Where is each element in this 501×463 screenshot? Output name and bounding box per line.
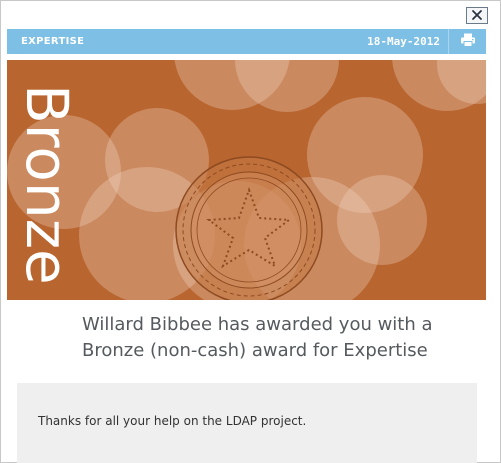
award-line-1: Willard Bibbee has awarded you with a <box>82 314 433 335</box>
award-message: Thanks for all your help on the LDAP pro… <box>38 414 307 428</box>
award-category: EXPERTISE <box>21 36 85 47</box>
award-date: 18-May-2012 <box>367 35 440 48</box>
award-description: Willard Bibbee has awarded you with a Br… <box>82 312 482 364</box>
award-message-box: Thanks for all your help on the LDAP pro… <box>17 383 477 463</box>
printer-icon <box>460 32 476 51</box>
bronze-medal-icon <box>175 156 323 300</box>
award-level-text: Bronze <box>13 84 81 285</box>
close-button[interactable] <box>466 7 488 24</box>
bronze-banner-graphic: Bronze <box>7 60 486 300</box>
award-header: EXPERTISE 18-May-2012 <box>7 29 486 54</box>
award-banner: Bronze <box>7 60 486 300</box>
award-line-2: Bronze (non-cash) award for Expertise <box>82 340 428 361</box>
close-icon <box>471 6 483 25</box>
print-button[interactable] <box>448 29 486 54</box>
